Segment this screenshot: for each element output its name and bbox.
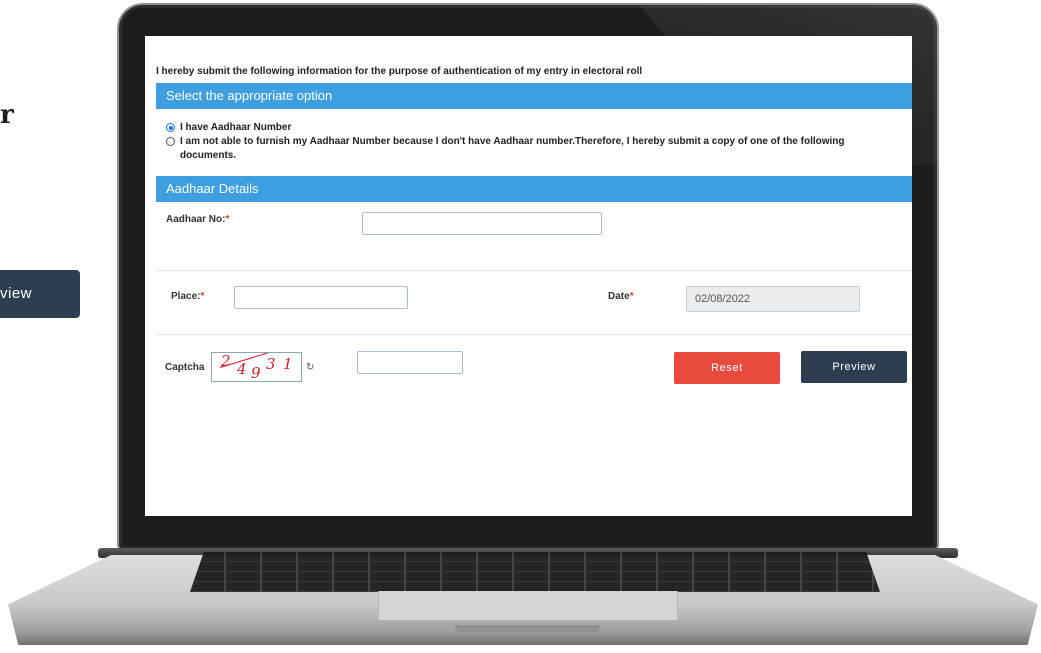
radio-checked-icon[interactable] <box>166 123 175 132</box>
place-label-text: Place: <box>171 291 201 302</box>
keyboard-rows <box>190 552 880 592</box>
radio-label: I have Aadhaar Number <box>180 122 292 133</box>
laptop-base-notch <box>455 625 600 632</box>
preview-button[interactable]: Preview <box>801 351 907 383</box>
background-heading-fragment: r <box>0 100 14 130</box>
required-mark: * <box>225 214 230 225</box>
date-label: Date* <box>608 291 634 302</box>
captcha-input[interactable] <box>357 351 463 374</box>
place-label: Place:* <box>171 291 204 302</box>
reset-button[interactable]: Reset <box>674 352 780 384</box>
radio-unchecked-icon[interactable] <box>166 137 175 146</box>
divider <box>156 334 912 335</box>
aadhaar-section-header: Aadhaar Details <box>156 176 912 202</box>
required-mark: * <box>200 291 205 302</box>
option-section-header: Select the appropriate option <box>156 83 912 109</box>
captcha-digit: 2 <box>221 352 231 370</box>
captcha-digit: 9 <box>251 364 261 382</box>
place-input[interactable] <box>234 286 408 309</box>
laptop-screen: I hereby submit the following informatio… <box>145 36 912 516</box>
refresh-icon[interactable]: ↻ <box>306 362 314 373</box>
divider <box>156 270 912 271</box>
radio-option-have-aadhaar[interactable]: I have Aadhaar Number <box>166 121 900 135</box>
captcha-label: Captcha <box>165 362 205 373</box>
aadhaar-no-label: Aadhaar No:* <box>166 214 229 225</box>
intro-text: I hereby submit the following informatio… <box>156 66 643 77</box>
date-input[interactable] <box>686 286 860 312</box>
aadhaar-no-label-text: Aadhaar No: <box>166 214 226 225</box>
background-preview-button-fragment: view <box>0 270 80 318</box>
captcha-digit: 4 <box>237 360 247 378</box>
laptop-trackpad <box>378 591 678 621</box>
captcha-digit: 1 <box>283 355 293 373</box>
captcha-digit: 3 <box>266 355 276 373</box>
radio-option-no-aadhaar[interactable]: I am not able to furnish my Aadhaar Numb… <box>166 135 900 163</box>
required-mark: * <box>629 291 634 302</box>
radio-label: I am not able to furnish my Aadhaar Numb… <box>180 136 845 161</box>
aadhaar-no-input[interactable] <box>362 212 602 235</box>
date-label-text: Date <box>608 291 630 302</box>
captcha-image: 2 4 9 3 1 <box>211 352 302 382</box>
